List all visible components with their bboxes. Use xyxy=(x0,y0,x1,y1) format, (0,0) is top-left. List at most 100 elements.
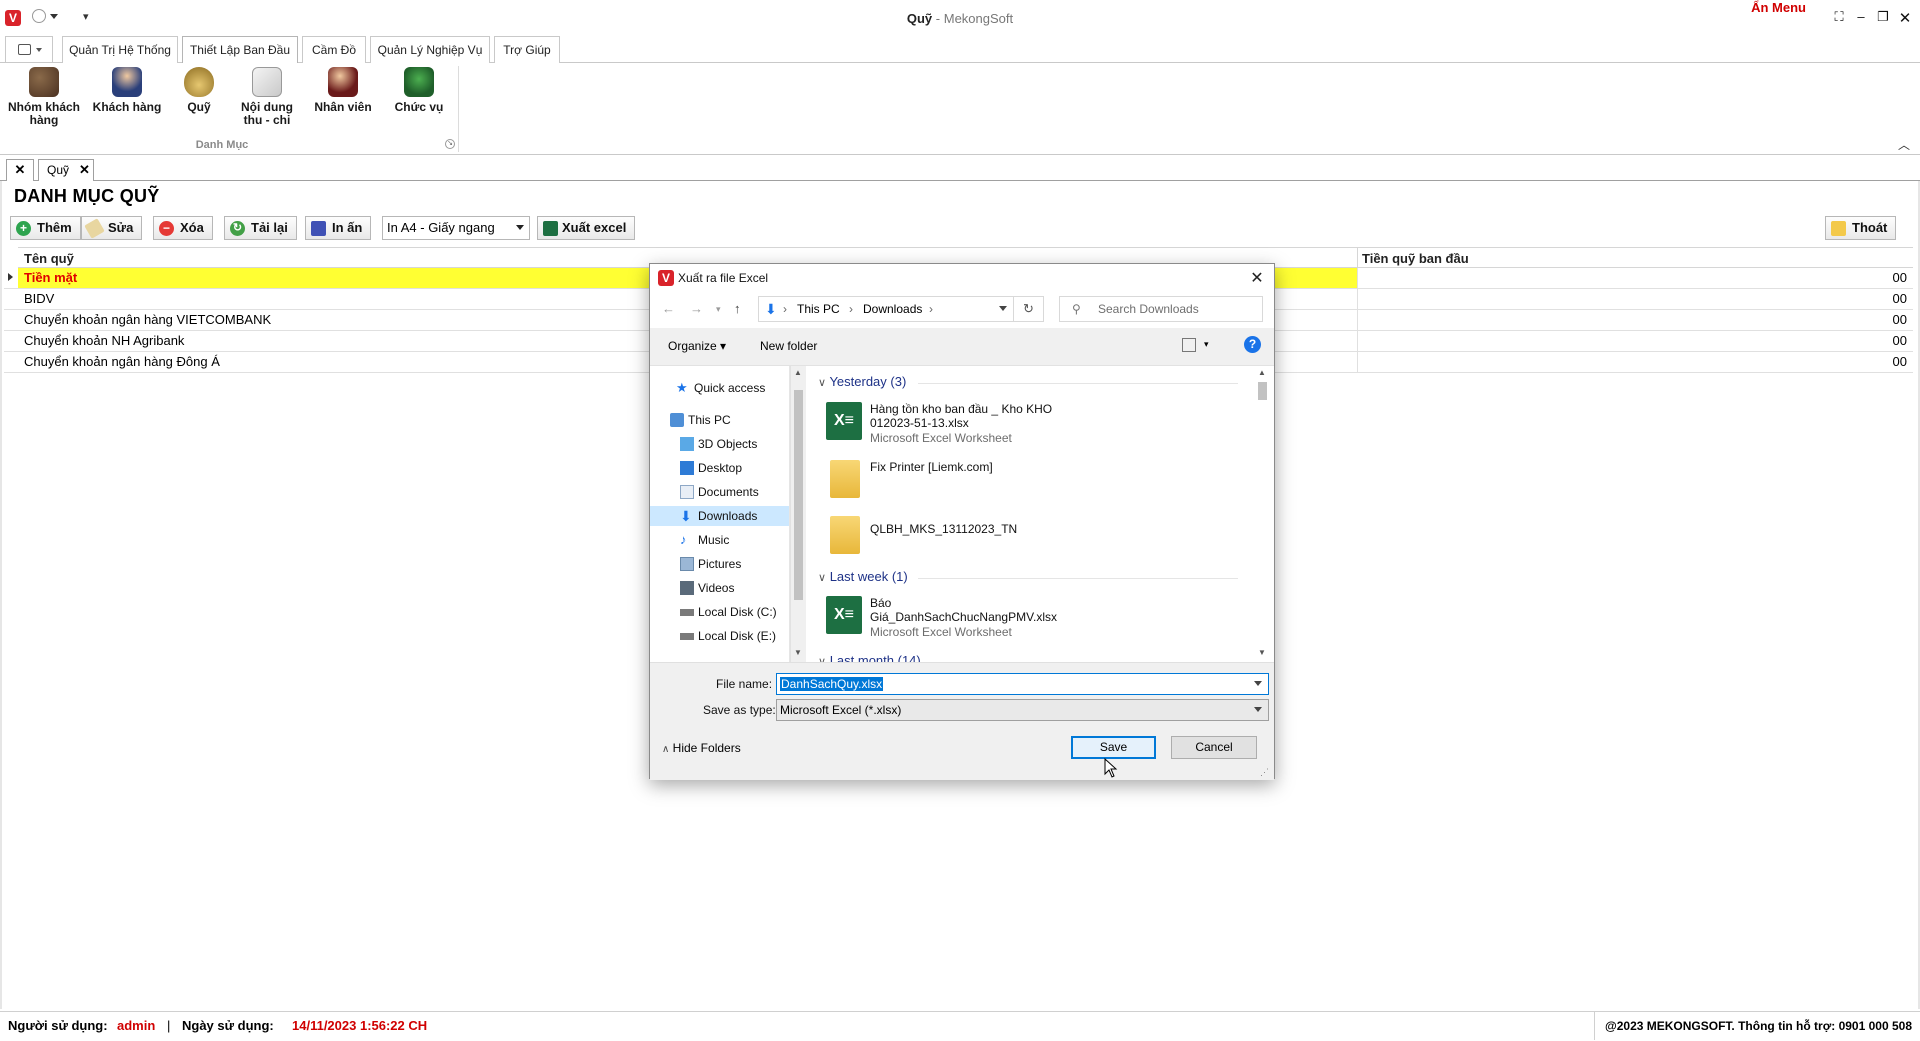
recent-dropdown-icon[interactable]: ▾ xyxy=(716,304,721,315)
collapse-ribbon-icon[interactable]: ︿ xyxy=(1898,136,1910,153)
folder-item[interactable]: QLBH_MKS_13112023_TN xyxy=(826,516,1246,560)
dialog-close-icon[interactable]: ✕ xyxy=(1248,268,1266,288)
view-dropdown-icon[interactable]: ▾ xyxy=(1204,339,1209,350)
ribbon-tabs: Quản Trị Hệ Thống Thiết Lập Ban Đầu Cầm … xyxy=(0,36,1920,64)
address-dropdown-icon[interactable] xyxy=(999,306,1007,311)
save-type-label: Save as type: xyxy=(703,703,776,717)
tree-scrollbar[interactable]: ▲ ▼ xyxy=(790,366,806,662)
resize-grip-icon[interactable]: ⋰ xyxy=(1260,767,1269,778)
customer-button[interactable]: Khách hàng xyxy=(90,67,164,114)
breadcrumb-downloads[interactable]: Downloads xyxy=(863,297,922,321)
column-header-name[interactable]: Tên quỹ xyxy=(24,251,74,266)
file-item[interactable]: X≡ Hàng tồn kho ban đầu _ Kho KHO 012023-… xyxy=(826,402,1246,448)
print-format-select[interactable]: In A4 - Giấy ngang xyxy=(382,216,530,240)
app-menu-button[interactable] xyxy=(5,36,53,63)
tree-item-pictures[interactable]: Pictures xyxy=(650,554,789,574)
folder-icon xyxy=(830,516,860,554)
group-header-yesterday[interactable]: ∨ Yesterday (3) xyxy=(818,374,1248,389)
navigation-bar: ← → ▾ ↑ ⬇ › This PC › Downloads › ↻ ⚲ Se… xyxy=(650,292,1274,328)
breadcrumb-this-pc[interactable]: This PC xyxy=(797,297,840,321)
chevron-down-icon[interactable] xyxy=(1254,681,1262,686)
scroll-up-icon[interactable]: ▲ xyxy=(794,368,802,377)
tab-quy[interactable]: Quỹ ✕ xyxy=(38,159,94,181)
customer-group-button[interactable]: Nhóm khách hàng xyxy=(6,67,82,127)
column-header-amount[interactable]: Tiền quỹ ban đầu xyxy=(1362,251,1469,266)
tree-item-desktop[interactable]: Desktop xyxy=(650,458,789,478)
up-arrow-icon[interactable]: ↑ xyxy=(734,301,741,316)
income-expense-button[interactable]: Nội dung thu - chi xyxy=(232,67,302,127)
tab-quan-tri-he-thong[interactable]: Quản Trị Hệ Thống xyxy=(62,36,178,63)
chevron-down-icon xyxy=(516,225,524,230)
tree-item-local-disk-e[interactable]: Local Disk (E:) xyxy=(650,626,789,646)
restore-icon[interactable]: ❐ xyxy=(1874,9,1892,25)
file-list-scrollbar[interactable]: ▲ ▼ xyxy=(1252,366,1274,662)
tree-item-documents[interactable]: Documents xyxy=(650,482,789,502)
tab-tro-giup[interactable]: Trợ Giúp xyxy=(494,36,560,63)
back-arrow-icon[interactable]: ← xyxy=(662,301,675,316)
group-header-last-month[interactable]: ∨ Last month (14) xyxy=(818,653,1248,662)
position-button[interactable]: Chức vụ xyxy=(386,67,452,114)
screenshot-icon[interactable]: ⛶ xyxy=(1830,9,1848,25)
exit-button[interactable]: Thoát xyxy=(1825,216,1897,240)
organize-button[interactable]: Organize ▾ xyxy=(668,339,726,353)
chevron-up-icon: ∧ xyxy=(662,744,670,755)
cancel-button[interactable]: Cancel xyxy=(1171,736,1257,759)
folder-item[interactable]: Fix Printer [Liemk.com] xyxy=(826,460,1246,504)
fund-button[interactable]: Quỹ xyxy=(174,67,224,114)
column-divider xyxy=(1357,248,1358,269)
new-folder-button[interactable]: New folder xyxy=(760,339,817,353)
tree-item-local-disk-c[interactable]: Local Disk (C:) xyxy=(650,602,789,622)
tree-item-this-pc[interactable]: This PC xyxy=(650,410,789,430)
search-input[interactable]: ⚲ Search Downloads xyxy=(1059,296,1263,322)
refresh-icon: ↻ xyxy=(230,221,245,236)
row-indicator xyxy=(4,268,18,289)
tree-item-3d-objects[interactable]: 3D Objects xyxy=(650,434,789,454)
file-name-input[interactable]: DanhSachQuy.xlsx xyxy=(776,673,1269,695)
hide-menu-link[interactable]: Ẩn Menu xyxy=(1751,0,1806,15)
edit-button[interactable]: Sửa xyxy=(81,216,143,240)
folder-icon xyxy=(830,460,860,498)
file-item[interactable]: X≡ Báo Giá_DanhSachChucNangPMV.xlsx Micro… xyxy=(826,596,1246,642)
scroll-up-icon[interactable]: ▲ xyxy=(1258,368,1266,377)
hide-folders-button[interactable]: ∧ Hide Folders xyxy=(662,741,741,755)
scroll-down-icon[interactable]: ▼ xyxy=(1258,648,1266,657)
user-label: Người sử dụng: xyxy=(8,1018,108,1033)
tab-thiet-lap-ban-dau[interactable]: Thiết Lập Ban Đầu xyxy=(182,36,298,64)
delete-button[interactable]: − Xóa xyxy=(153,216,213,240)
dialog-logo-icon: V xyxy=(658,270,674,286)
disk-icon xyxy=(680,633,694,640)
minimize-icon[interactable]: – xyxy=(1852,9,1870,25)
tree-item-downloads[interactable]: ⬇ Downloads xyxy=(650,506,789,526)
add-button[interactable]: + Thêm xyxy=(10,216,81,240)
pencil-icon xyxy=(84,218,105,239)
window-title: Quỹ - MekongSoft xyxy=(906,11,1014,26)
refresh-icon[interactable]: ↻ xyxy=(1014,296,1044,322)
group-header-last-week[interactable]: ∨ Last week (1) xyxy=(818,569,1248,584)
tab-cam-do[interactable]: Cầm Đồ xyxy=(302,36,366,63)
tree-item-quick-access[interactable]: ★ Quick access xyxy=(650,378,789,398)
excel-icon xyxy=(543,221,558,236)
address-bar[interactable]: ⬇ › This PC › Downloads › xyxy=(758,296,1014,322)
tree-item-music[interactable]: ♪ Music xyxy=(650,530,789,550)
forward-arrow-icon[interactable]: → xyxy=(690,301,703,316)
ribbon-group-label: Danh Mục xyxy=(195,139,249,151)
tree-scroll-thumb[interactable] xyxy=(794,390,803,600)
tree-item-videos[interactable]: Videos xyxy=(650,578,789,598)
save-type-select[interactable]: Microsoft Excel (*.xlsx) xyxy=(776,699,1269,721)
save-button[interactable]: Save xyxy=(1071,736,1156,759)
export-excel-button[interactable]: Xuất excel xyxy=(537,216,636,240)
close-tab-icon[interactable]: ✕ xyxy=(79,160,90,180)
print-button[interactable]: In ấn xyxy=(305,216,372,240)
view-options-icon[interactable] xyxy=(1182,338,1196,352)
close-all-tabs-icon[interactable]: ✕ xyxy=(6,159,34,181)
position-icon xyxy=(404,67,434,97)
close-icon[interactable]: ✕ xyxy=(1896,9,1914,27)
employees-button[interactable]: Nhân viên xyxy=(310,67,376,114)
file-scroll-thumb[interactable] xyxy=(1258,382,1267,400)
tab-quan-ly-nghiep-vu[interactable]: Quản Lý Nghiệp Vụ xyxy=(370,36,490,63)
reload-button[interactable]: ↻ Tải lại xyxy=(224,216,297,240)
group-launcher-icon[interactable]: ↘ xyxy=(445,139,455,149)
scroll-down-icon[interactable]: ▼ xyxy=(794,648,802,657)
help-icon[interactable]: ? xyxy=(1244,336,1261,353)
star-icon: ★ xyxy=(676,380,688,395)
